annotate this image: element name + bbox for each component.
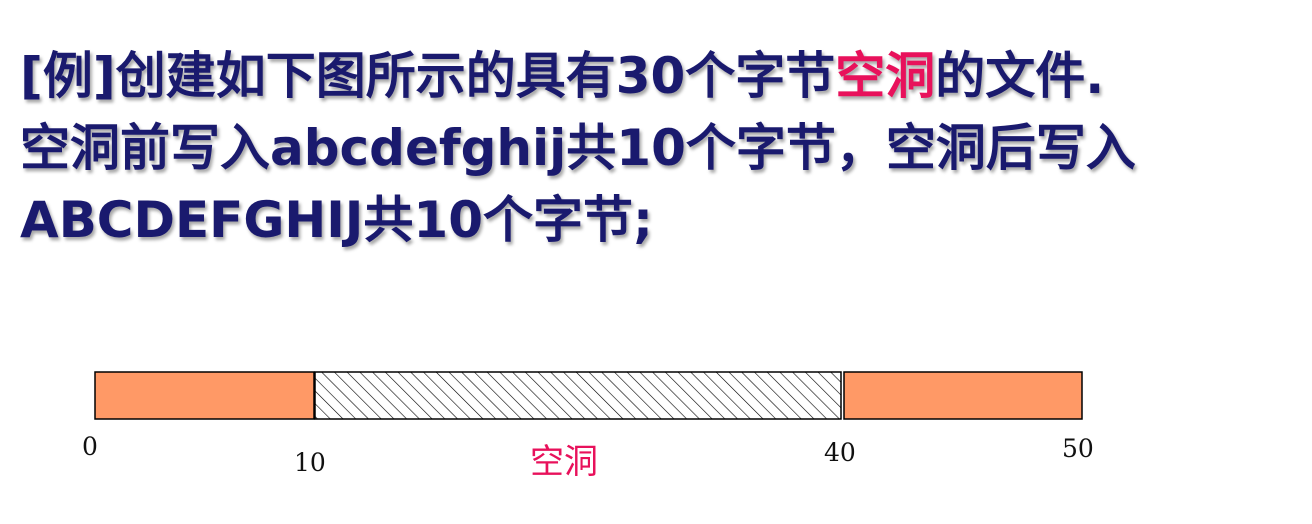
tick-label: 0 [82,432,98,461]
segment-data-after-hole [843,371,1083,420]
segment-hole [314,371,842,420]
tick-label: 40 [824,438,856,467]
tick-label: 10 [294,448,326,477]
hole-label: 空洞 [530,442,598,482]
file-layout-diagram [94,371,1083,420]
tick-label: 50 [1062,434,1094,463]
segment-data-before-hole [94,371,315,420]
